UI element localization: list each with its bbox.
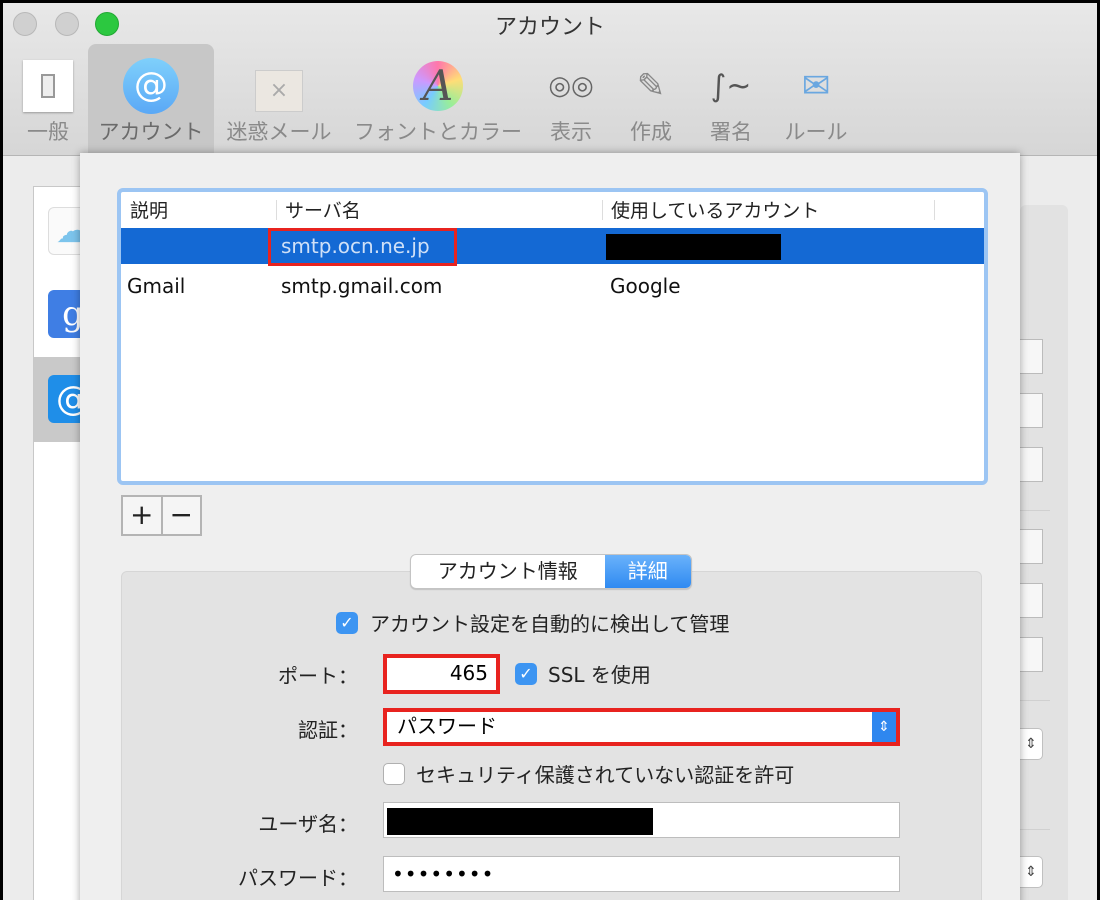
rules-envelope-icon: ✉ [801,66,831,106]
background-popup: ⇕ [1020,728,1043,760]
highlight-box [268,228,457,266]
add-remove-buttons: + − [121,495,202,536]
smtp-server-sheet: 説明 サーバ名 使用しているアカウント smtp.ocn.ne.jp Gmail… [80,153,1020,900]
preferences-window: アカウント 一般 @ アカウント × 迷惑メール A フォントとカラー ◎◎ 表… [3,3,1097,900]
column-header-account[interactable]: 使用しているアカウント [611,196,819,223]
ssl-label: SSL を使用 [548,663,651,687]
background-field [1020,339,1043,374]
background-field [1020,529,1043,564]
signature-icon: ∫~ [710,68,752,104]
auto-detect-label: アカウント設定を自動的に検出して管理 [370,612,730,636]
port-field[interactable]: 465 [383,654,500,694]
password-label: パスワード： [238,866,358,890]
divider [1020,510,1050,511]
divider [1020,700,1050,701]
auto-detect-checkbox[interactable]: ✓ [336,612,358,634]
smtp-server-table[interactable]: 説明 サーバ名 使用しているアカウント smtp.ocn.ne.jp Gmail… [117,188,988,485]
background-field [1020,447,1043,482]
toolbar-signatures[interactable]: ∫~ 署名 [701,44,761,156]
password-field[interactable]: •••••••• [383,856,900,892]
column-separator [934,200,935,220]
redacted-account [606,234,781,260]
font-color-icon: A [410,58,466,114]
ssl-checkbox[interactable]: ✓ [515,663,537,685]
toolbar-general[interactable]: 一般 [13,44,83,156]
username-field[interactable] [383,802,900,838]
toolbar-accounts[interactable]: @ アカウント [88,44,214,156]
column-header-server[interactable]: サーバ名 [285,196,361,223]
background-field [1020,393,1043,428]
toolbar-view[interactable]: ◎◎ 表示 [541,44,601,156]
redacted-username [387,808,653,835]
port-label: ポート： [278,664,358,688]
pencil-icon: ✎ [636,66,666,106]
background-field [1020,637,1043,672]
auth-label: 認証： [298,718,358,742]
tab-control: アカウント情報 詳細 [410,554,692,589]
column-header-description[interactable]: 説明 [130,196,168,223]
chevron-updown-icon: ⇕ [872,712,896,742]
toolbar-junk[interactable]: × 迷惑メール [221,44,337,156]
column-separator [602,200,603,220]
junk-trash-icon: × [251,58,307,114]
background-popup: ⇕ [1020,856,1043,888]
tab-advanced[interactable]: 詳細 [604,555,691,588]
column-separator [276,200,277,220]
glasses-icon: ◎◎ [548,71,594,101]
add-server-button[interactable]: + [123,497,163,534]
allow-insecure-auth-label: セキュリティ保護されていない認証を許可 [416,763,795,787]
divider [1020,829,1050,830]
switch-icon [20,58,76,114]
toolbar-compose[interactable]: ✎ 作成 [621,44,681,156]
tab-account-info[interactable]: アカウント情報 [411,555,605,588]
username-label: ユーザ名： [258,812,358,836]
auth-select-value: パスワード [397,714,497,738]
table-row-selected[interactable]: smtp.ocn.ne.jp [121,228,984,264]
toolbar-fonts-colors[interactable]: A フォントとカラー [348,44,528,156]
window-title: アカウント [494,15,605,40]
toolbar-rules[interactable]: ✉ ルール [778,44,854,156]
at-icon: @ [123,58,179,114]
allow-insecure-auth-checkbox[interactable] [383,763,405,785]
table-row[interactable]: Gmail smtp.gmail.com Google [121,268,984,304]
toolbar: アカウント 一般 @ アカウント × 迷惑メール A フォントとカラー ◎◎ 表… [3,3,1097,156]
remove-server-button[interactable]: − [163,497,201,534]
auth-select[interactable]: パスワード ⇕ [383,708,900,746]
background-field [1020,583,1043,618]
